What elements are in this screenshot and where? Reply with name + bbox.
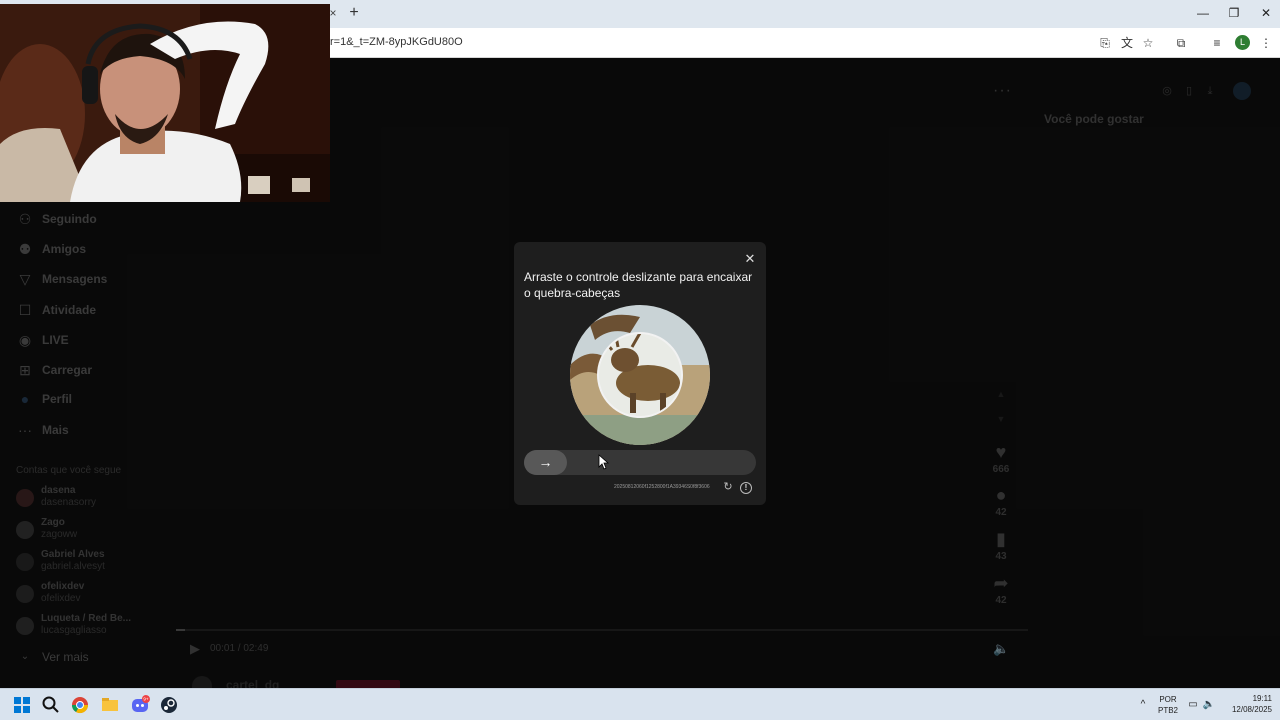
arrow-right-icon: → <box>538 454 553 470</box>
restore-button[interactable]: ❐ <box>1222 4 1246 22</box>
search-icon[interactable] <box>41 695 61 715</box>
mouse-cursor-icon <box>598 454 610 470</box>
extensions-icon[interactable]: ⧉ <box>1173 35 1189 51</box>
captcha-modal: ✕ Arraste o controle deslizante para enc… <box>514 242 766 505</box>
bookmark-star-icon[interactable]: ☆ <box>1140 35 1156 51</box>
install-app-icon[interactable]: ⎘ <box>1097 35 1113 51</box>
steam-icon[interactable] <box>159 695 179 715</box>
clock-date[interactable]: 12/08/2025 <box>1218 705 1272 714</box>
discord-badge: 9+ <box>143 697 149 702</box>
profile-avatar[interactable]: L <box>1235 35 1250 50</box>
close-window-button[interactable]: ✕ <box>1254 4 1278 22</box>
webcam-overlay <box>0 4 330 202</box>
translate-icon[interactable]: 文 <box>1119 35 1135 51</box>
screen: { "browser": { "tab_close": "×", "new_ta… <box>0 0 1280 720</box>
network-icon[interactable]: ▭ <box>1186 698 1200 712</box>
windows-start-icon[interactable] <box>12 695 32 715</box>
discord-icon[interactable]: 9+ <box>130 695 150 715</box>
minimize-button[interactable]: — <box>1191 4 1215 22</box>
clock-time[interactable]: 19:11 <box>1222 694 1272 703</box>
media-control-icon[interactable]: ≡ <box>1209 35 1225 51</box>
chrome-icon[interactable] <box>70 695 90 715</box>
url-field[interactable]: r=1&_t=ZM-8ypJKGdU80O <box>330 36 463 48</box>
close-icon[interactable]: ✕ <box>742 251 758 267</box>
captcha-instruction: Arraste o controle deslizante para encai… <box>524 270 753 300</box>
keyboard-layout[interactable]: PTB2 <box>1156 706 1180 715</box>
info-icon[interactable]: ! <box>740 482 752 494</box>
language-indicator[interactable]: POR <box>1156 695 1180 704</box>
captcha-slider-handle[interactable]: → <box>524 450 567 475</box>
volume-icon[interactable]: 🔈 <box>1202 698 1216 712</box>
os-taskbar: 9+ ^ POR PTB2 ▭ 🔈 19:11 12/08/2025 <box>0 688 1280 720</box>
refresh-icon[interactable]: ↻ <box>722 481 734 493</box>
webcam-image <box>0 4 330 202</box>
file-explorer-icon[interactable] <box>100 695 120 715</box>
captcha-id: 20250812060f1252800f1A39346S0f8f3606 <box>614 484 710 490</box>
new-tab-button[interactable]: + <box>345 4 363 22</box>
tray-expand-icon[interactable]: ^ <box>1136 698 1150 712</box>
captcha-puzzle-image <box>570 305 710 445</box>
menu-kebab-icon[interactable]: ⋮ <box>1258 35 1274 51</box>
